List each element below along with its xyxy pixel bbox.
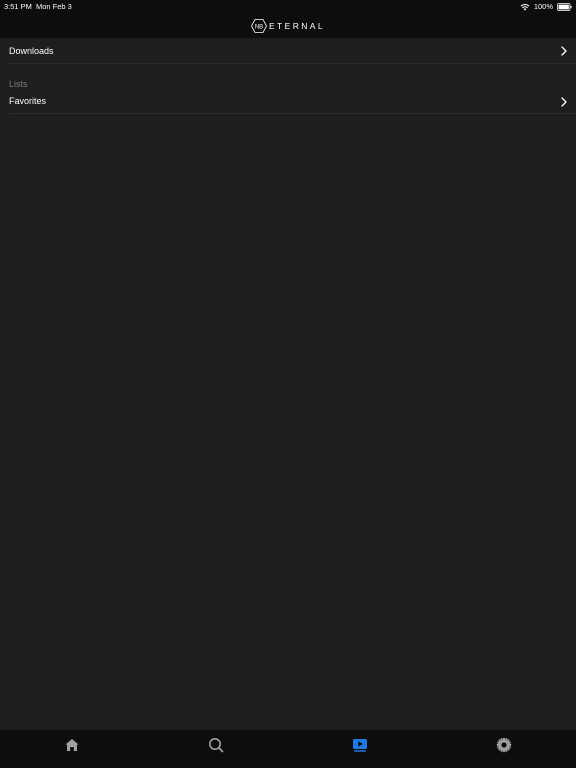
battery-icon (557, 2, 572, 11)
wifi-icon (520, 3, 530, 10)
tab-home[interactable] (64, 737, 80, 753)
tab-library[interactable] (352, 737, 368, 753)
chevron-right-icon (561, 46, 567, 56)
play-library-icon (353, 739, 367, 752)
battery-percentage: 100% (533, 2, 553, 11)
app-header: NB ETERNAL (0, 13, 576, 38)
library-content: Downloads Lists Favorites (0, 38, 576, 114)
lists-section-label: Lists (9, 79, 28, 89)
settings-gear-icon (496, 737, 512, 753)
status-bar: 3:51 PM Mon Feb 3 100% (0, 0, 576, 13)
tab-bar (0, 729, 576, 768)
tab-settings[interactable] (496, 737, 512, 753)
status-time: 3:51 PM (4, 2, 32, 11)
tab-search[interactable] (208, 737, 224, 753)
logo-mark-text: NB (255, 24, 263, 30)
home-icon (65, 739, 79, 751)
downloads-label: Downloads (9, 45, 54, 56)
favorites-label: Favorites (9, 96, 47, 106)
search-icon (209, 738, 224, 753)
status-date: Mon Feb 3 (36, 2, 72, 11)
favorites-row[interactable]: Favorites (9, 89, 576, 114)
status-indicators: 100% (520, 2, 572, 11)
logo-mark-icon: NB (251, 18, 267, 33)
downloads-row[interactable]: Downloads (9, 38, 576, 64)
app-logo: NB ETERNAL (251, 18, 325, 33)
app-window: 3:51 PM Mon Feb 3 100% NB ETERNAL Downlo… (0, 0, 576, 768)
chevron-right-icon (561, 97, 567, 107)
logo-text: ETERNAL (268, 20, 325, 31)
